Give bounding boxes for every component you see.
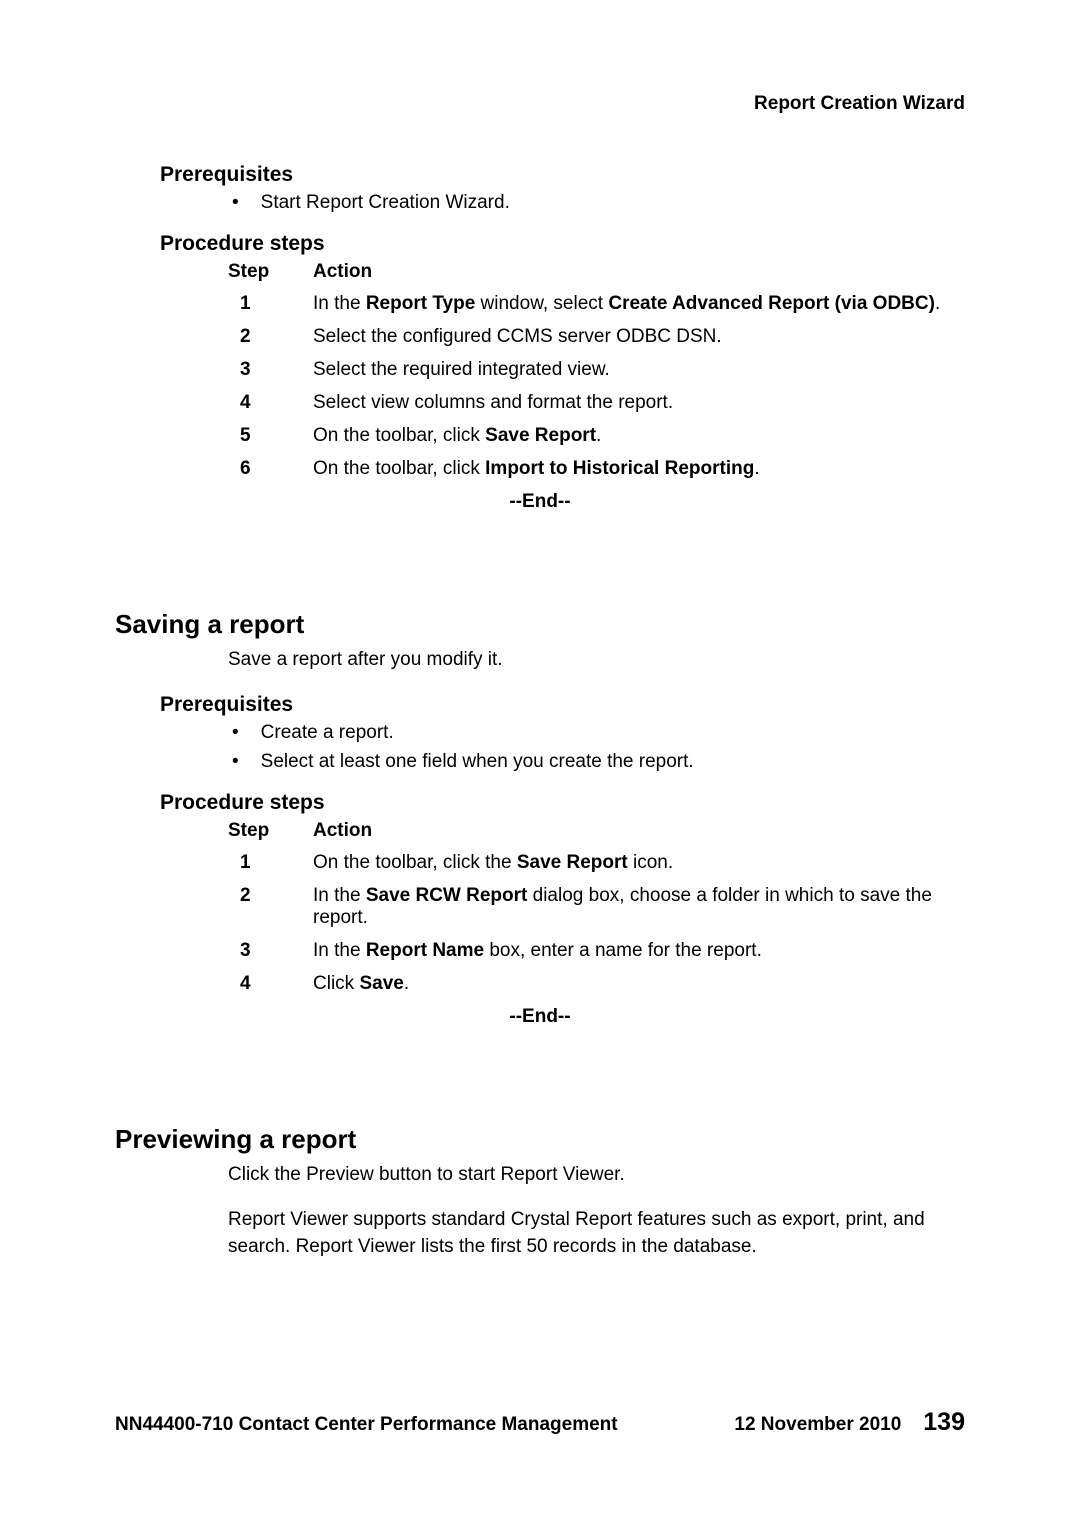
step-action: Select view columns and format the repor… (313, 392, 965, 414)
step-action: Select the configured CCMS server ODBC D… (313, 326, 965, 348)
step-action: On the toolbar, click Save Report. (313, 425, 965, 447)
steps-header: Step Action (228, 261, 965, 283)
step-number: 1 (228, 852, 313, 874)
bullet-text: Create a report. (261, 722, 394, 744)
bullet-text: Select at least one field when you creat… (261, 751, 694, 773)
step-number: 2 (228, 326, 313, 348)
procedure-steps-heading-2: Procedure steps (160, 791, 965, 815)
action-column-label: Action (313, 261, 372, 283)
section-intro-previewing: Click the Preview button to start Report… (228, 1163, 965, 1188)
table-row: 1In the Report Type window, select Creat… (228, 293, 965, 315)
step-action: On the toolbar, click the Save Report ic… (313, 852, 965, 874)
steps-rows-2: 1On the toolbar, click the Save Report i… (228, 852, 965, 995)
steps-header: Step Action (228, 820, 965, 842)
prerequisites-heading-1: Prerequisites (160, 163, 965, 187)
table-row: 1On the toolbar, click the Save Report i… (228, 852, 965, 874)
step-column-label: Step (228, 820, 313, 842)
table-row: 4Click Save. (228, 973, 965, 995)
section-intro-saving: Save a report after you modify it. (228, 648, 965, 673)
step-number: 1 (228, 293, 313, 315)
end-marker-2: --End-- (115, 1006, 965, 1028)
step-action: In the Report Type window, select Create… (313, 293, 965, 315)
action-column-label: Action (313, 820, 372, 842)
footer-page-number: 139 (923, 1408, 965, 1437)
table-row: 4Select view columns and format the repo… (228, 392, 965, 414)
steps-table-2: Step Action 1On the toolbar, click the S… (228, 820, 965, 995)
footer-doc-id: NN44400-710 Contact Center Performance M… (115, 1414, 618, 1436)
table-row: 3In the Report Name box, enter a name fo… (228, 940, 965, 962)
step-action: In the Save RCW Report dialog box, choos… (313, 885, 965, 929)
table-row: 6On the toolbar, click Import to Histori… (228, 458, 965, 480)
list-item: • Select at least one field when you cre… (232, 751, 965, 773)
header-breadcrumb: Report Creation Wizard (115, 93, 965, 115)
step-number: 4 (228, 392, 313, 414)
bullet-text: Start Report Creation Wizard. (261, 192, 510, 214)
bullet-icon: • (232, 752, 239, 771)
section-body-previewing: Report Viewer supports standard Crystal … (228, 1207, 965, 1260)
list-item: • Create a report. (232, 722, 965, 744)
step-action: On the toolbar, click Import to Historic… (313, 458, 965, 480)
bullet-icon: • (232, 723, 239, 742)
table-row: 3Select the required integrated view. (228, 359, 965, 381)
step-action: In the Report Name box, enter a name for… (313, 940, 965, 962)
table-row: 5On the toolbar, click Save Report. (228, 425, 965, 447)
steps-rows-1: 1In the Report Type window, select Creat… (228, 293, 965, 480)
procedure-steps-heading-1: Procedure steps (160, 232, 965, 256)
prerequisites-list-1: • Start Report Creation Wizard. (232, 192, 965, 214)
section-heading-previewing: Previewing a report (115, 1124, 965, 1155)
prerequisites-list-2: • Create a report. • Select at least one… (232, 722, 965, 773)
step-column-label: Step (228, 261, 313, 283)
page-footer: NN44400-710 Contact Center Performance M… (115, 1408, 965, 1437)
step-number: 4 (228, 973, 313, 995)
step-number: 6 (228, 458, 313, 480)
steps-table-1: Step Action 1In the Report Type window, … (228, 261, 965, 480)
footer-date: 12 November 2010 (734, 1414, 901, 1436)
step-action: Select the required integrated view. (313, 359, 965, 381)
prerequisites-heading-2: Prerequisites (160, 693, 965, 717)
bullet-icon: • (232, 193, 239, 212)
step-number: 5 (228, 425, 313, 447)
table-row: 2In the Save RCW Report dialog box, choo… (228, 885, 965, 929)
section-heading-saving: Saving a report (115, 609, 965, 640)
step-number: 3 (228, 940, 313, 962)
table-row: 2Select the configured CCMS server ODBC … (228, 326, 965, 348)
step-action: Click Save. (313, 973, 965, 995)
list-item: • Start Report Creation Wizard. (232, 192, 965, 214)
step-number: 2 (228, 885, 313, 929)
step-number: 3 (228, 359, 313, 381)
end-marker-1: --End-- (115, 491, 965, 513)
